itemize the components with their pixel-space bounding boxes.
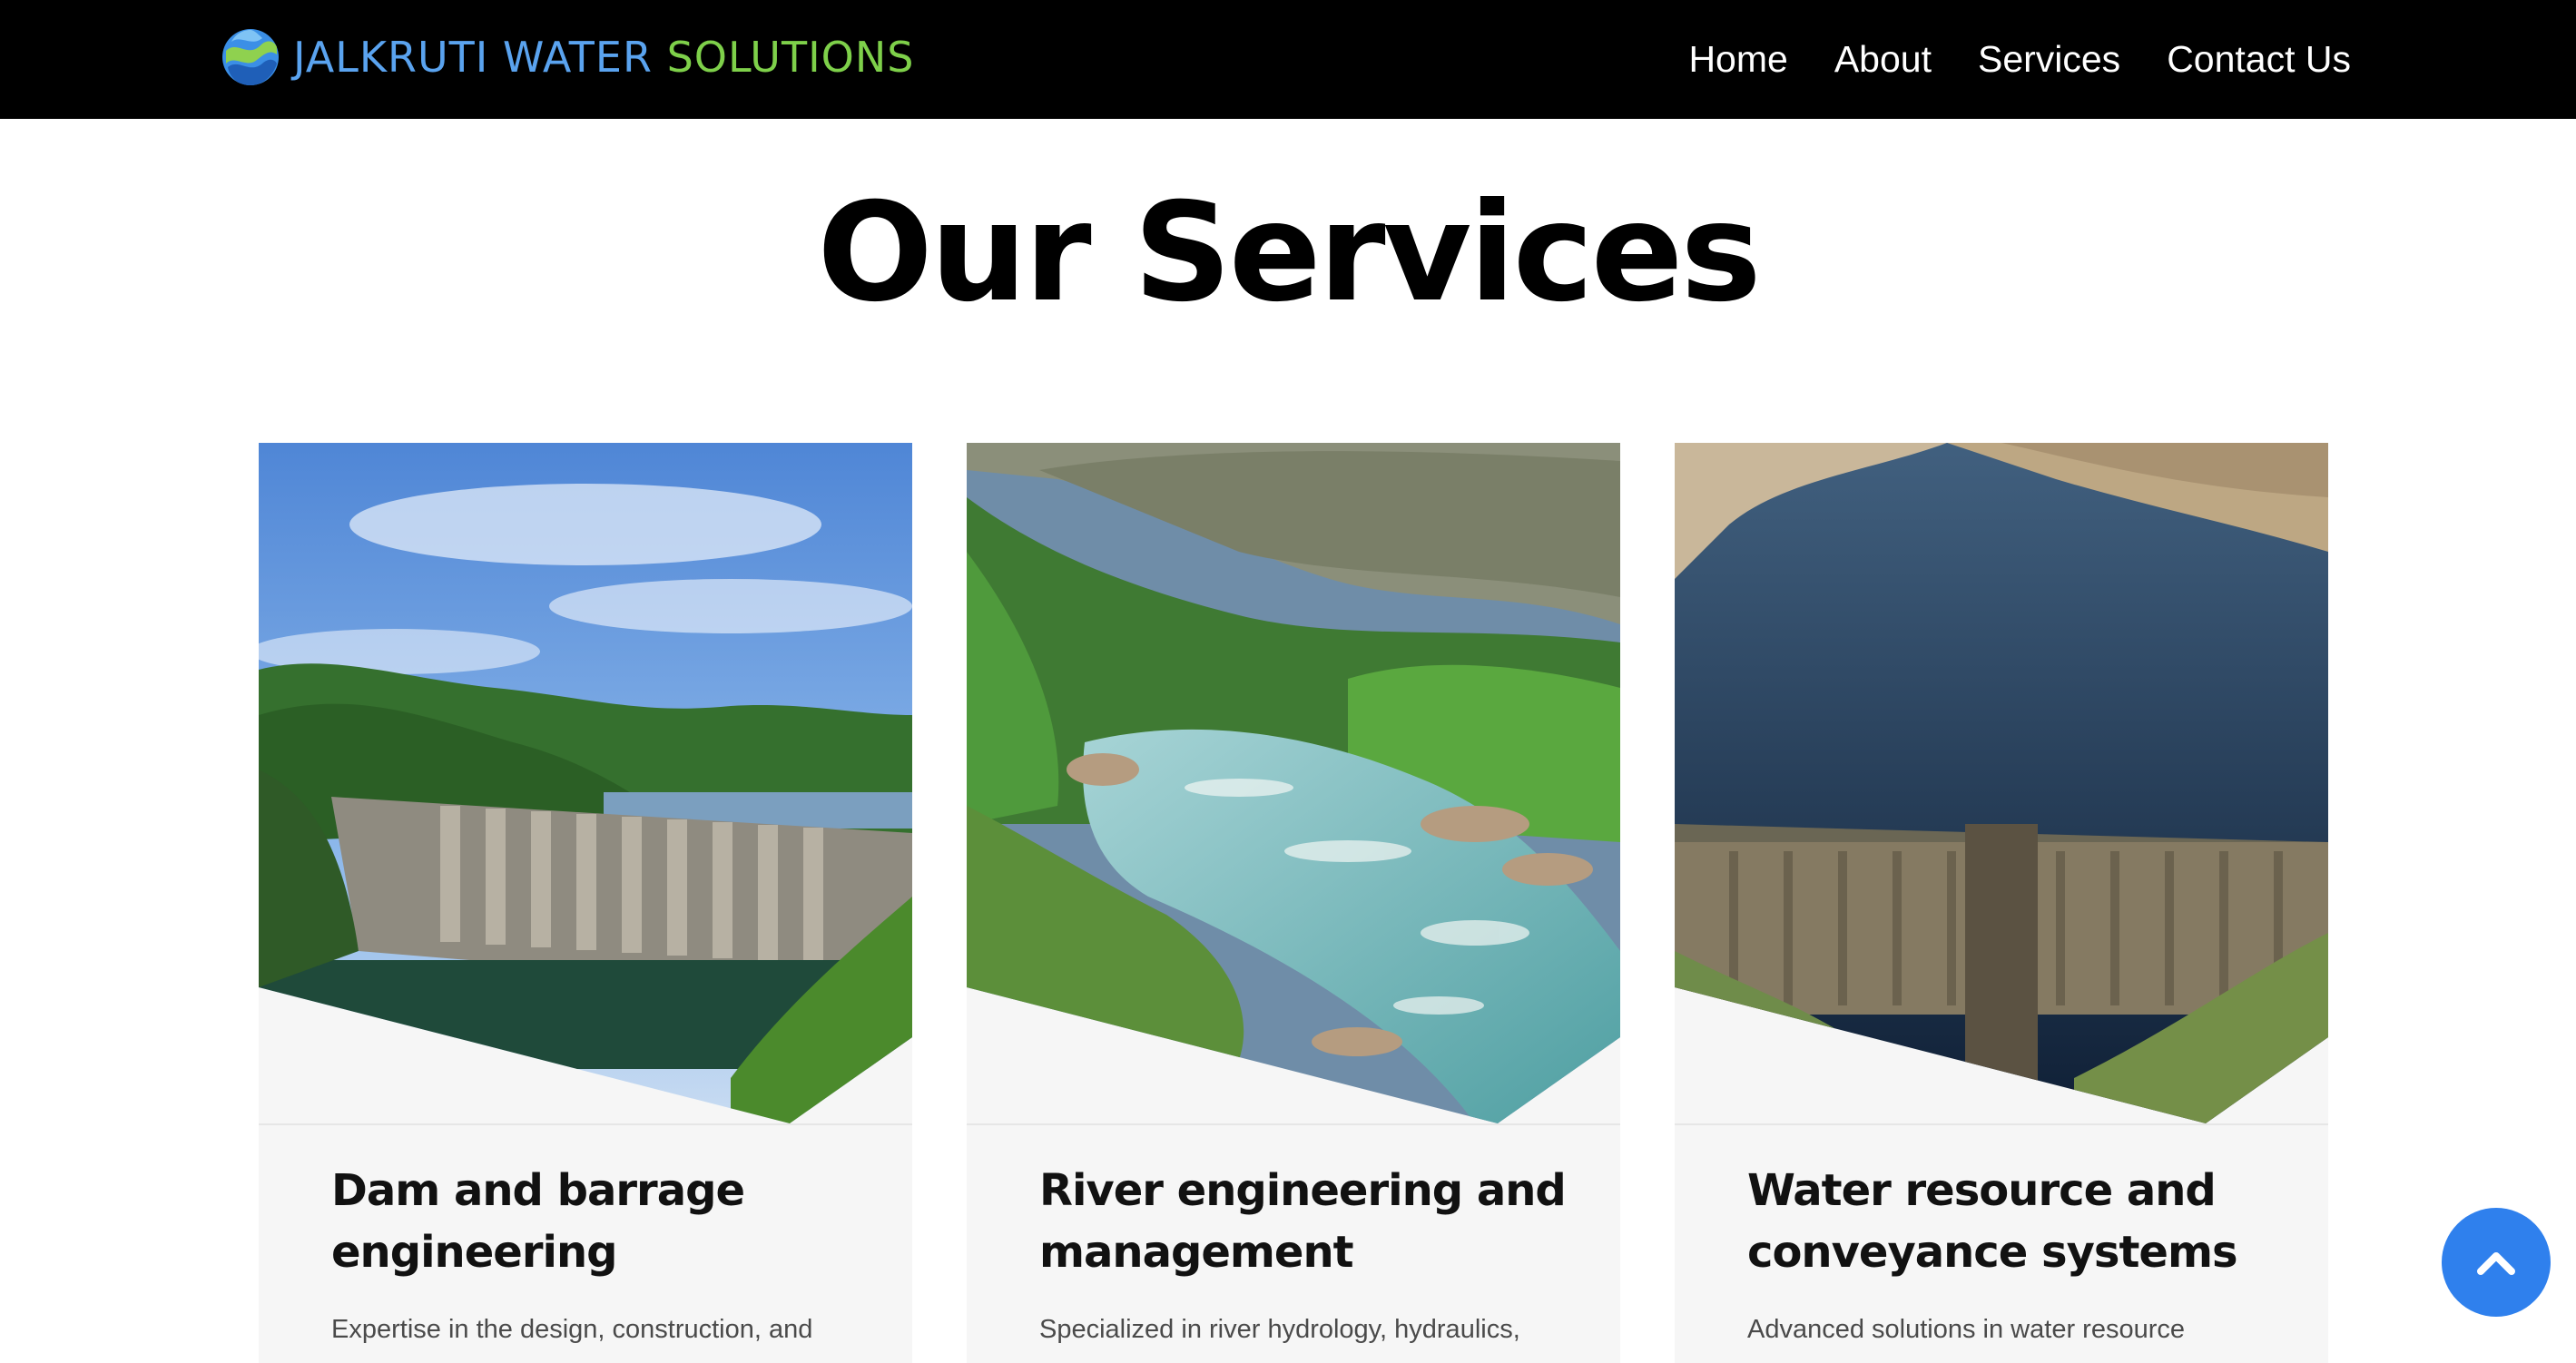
service-card-dam[interactable]: Dam and barrage engineering Expertise in…: [259, 443, 912, 1363]
card-divider: [259, 1123, 912, 1125]
nav-about-link[interactable]: About: [1834, 38, 1932, 81]
chevron-up-icon: [2477, 1252, 2515, 1275]
service-card-water-resource[interactable]: Water resource and conveyance systems Ad…: [1675, 443, 2328, 1363]
main-nav: Home About Services Contact Us: [1688, 27, 2351, 91]
scroll-to-top-button[interactable]: [2442, 1208, 2551, 1317]
brand-name-part1: JALKRUTI WATER: [293, 33, 667, 82]
nav-services-link[interactable]: Services: [1978, 38, 2120, 81]
navbar: JALKRUTI WATER SOLUTIONS Home About Serv…: [0, 0, 2576, 119]
reservoir-arch-dam-aerial-photo: [1675, 443, 2328, 1123]
card-description: Specialized in river hydrology, hydrauli…: [1039, 1315, 1520, 1344]
card-title: River engineering and management: [1039, 1165, 1567, 1278]
dam-with-spillway-gates-photo: [259, 443, 912, 1123]
brand-name: JALKRUTI WATER SOLUTIONS: [293, 33, 914, 82]
brand-name-part2: SOLUTIONS: [666, 33, 915, 82]
brand[interactable]: JALKRUTI WATER SOLUTIONS: [221, 25, 914, 89]
service-card-river[interactable]: River engineering and management Special…: [967, 443, 1620, 1363]
card-divider: [1675, 1123, 2328, 1125]
mountain-river-forest-photo: [967, 443, 1620, 1123]
section-title: Our Services: [817, 174, 1761, 332]
card-divider: [967, 1123, 1620, 1125]
card-description: Expertise in the design, construction, a…: [331, 1315, 813, 1344]
card-title: Water resource and conveyance systems: [1747, 1165, 2238, 1278]
nav-contact-link[interactable]: Contact Us: [2167, 38, 2351, 81]
nav-home-link[interactable]: Home: [1688, 38, 1787, 81]
water-wave-logo-icon: [222, 29, 279, 85]
card-title: Dam and barrage engineering: [331, 1165, 745, 1278]
card-description: Advanced solutions in water resource: [1747, 1315, 2185, 1344]
